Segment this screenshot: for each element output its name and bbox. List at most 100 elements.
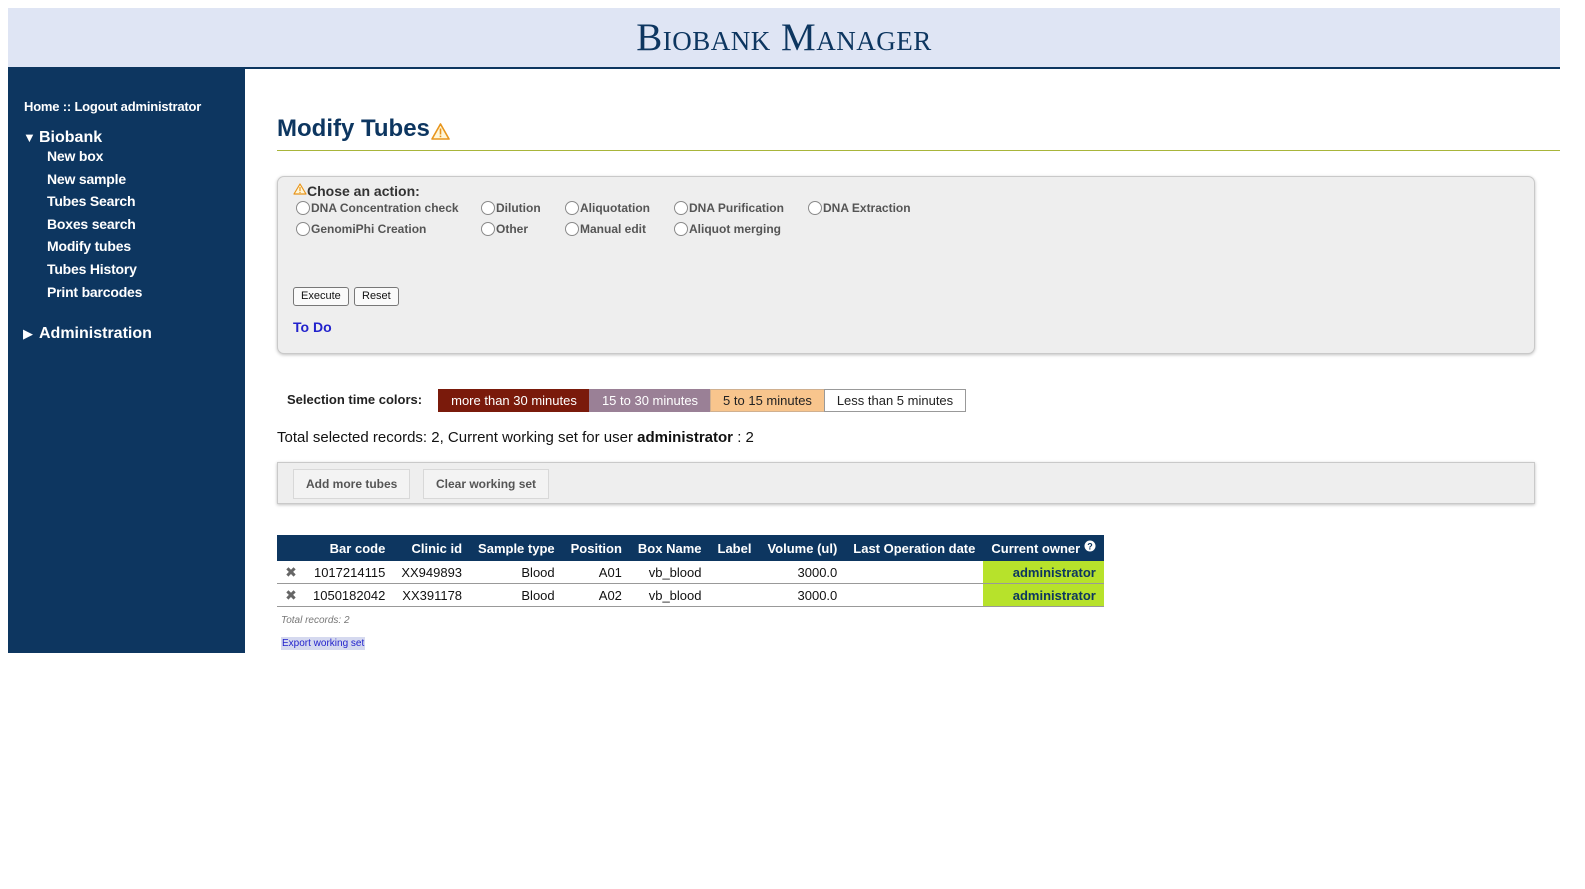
logout-link[interactable]: Logout administrator (74, 99, 201, 114)
summary-prefix: Total selected records: 2, Current worki… (277, 429, 633, 446)
radio-circle[interactable] (565, 201, 579, 215)
column-header-sample-type[interactable]: Sample type (470, 535, 563, 561)
radio-label: Aliquot merging (689, 222, 781, 236)
column-header-label[interactable]: Label (709, 535, 760, 561)
cell-box-name: vb_blood (629, 583, 710, 607)
sidebar-item-tubes-search[interactable]: Tubes Search (47, 193, 136, 209)
radio-dna-concentration-check[interactable]: DNA Concentration check (296, 201, 459, 215)
sidebar-item-new-sample[interactable]: New sample (47, 171, 126, 187)
tubes-table: Bar code Clinic id Sample type Position … (277, 535, 1104, 607)
table-header-row: Bar code Clinic id Sample type Position … (277, 535, 1104, 561)
cell-barcode: 1017214115 (305, 561, 394, 584)
total-records: Total records: 2 (281, 615, 350, 626)
column-header-barcode[interactable]: Bar code (305, 535, 394, 561)
radio-circle[interactable] (674, 222, 688, 236)
expanded-triangle-icon: ▼ (23, 130, 36, 145)
radio-circle[interactable] (296, 222, 310, 236)
summary-suffix: : 2 (737, 429, 754, 446)
radio-genomiphi-creation[interactable]: GenomiPhi Creation (296, 222, 426, 236)
column-header-clinic-id[interactable]: Clinic id (393, 535, 471, 561)
radio-label: DNA Concentration check (311, 201, 459, 215)
export-working-set-link[interactable]: Export working set (281, 637, 366, 650)
cell-sample-type: Blood (470, 583, 563, 607)
delete-row-cell: ✖ (277, 561, 305, 584)
radio-other[interactable]: Other (481, 222, 528, 236)
page-title-text: Modify Tubes (277, 115, 430, 142)
table-row: ✖ 1050182042 XX391178 Blood A02 vb_blood… (277, 583, 1104, 607)
cell-position: A02 (562, 583, 630, 607)
sidebar-item-tubes-history[interactable]: Tubes History (47, 261, 137, 277)
cell-sample-type: Blood (470, 561, 563, 584)
reset-button[interactable]: Reset (354, 287, 399, 306)
radio-aliquotation[interactable]: Aliquotation (565, 201, 650, 215)
user-links: Home :: Logout administrator (24, 99, 201, 114)
clear-working-set-button[interactable]: Clear working set (423, 469, 550, 499)
links-separator: :: (62, 99, 72, 114)
cell-last-operation-date (845, 583, 984, 607)
cell-current-owner: administrator (983, 583, 1104, 607)
radio-circle[interactable] (674, 201, 688, 215)
radio-circle[interactable] (565, 222, 579, 236)
cell-last-operation-date (845, 561, 984, 584)
home-link[interactable]: Home (24, 99, 60, 114)
legend-swatch-over-30: more than 30 minutes (438, 389, 590, 412)
main-content: Modify Tubes Chose an action: DNA Concen… (277, 0, 1560, 889)
delete-row-cell: ✖ (277, 583, 305, 607)
warning-icon (431, 119, 450, 147)
help-icon[interactable]: ? (1084, 540, 1096, 555)
radio-label: Other (496, 222, 529, 236)
radio-label: Manual edit (580, 222, 647, 236)
sidebar: Home :: Logout administrator ▼ Biobank Ne… (8, 69, 245, 653)
delete-x-icon[interactable]: ✖ (285, 564, 297, 580)
cell-clinic-id: XX391178 (393, 583, 471, 607)
sidebar-section-label: Administration (39, 325, 152, 342)
radio-circle[interactable] (808, 201, 822, 215)
action-heading-text: Chose an action: (307, 183, 420, 199)
action-heading: Chose an action: (293, 182, 420, 199)
radio-label: Aliquotation (580, 201, 650, 215)
radio-label: DNA Extraction (823, 201, 911, 215)
legend-swatch-5-15: 5 to 15 minutes (710, 389, 825, 412)
working-set-toolbar: Add more tubes Clear working set (277, 462, 1535, 504)
cell-volume: 3000.0 (759, 561, 846, 584)
sidebar-item-new-box[interactable]: New box (47, 148, 103, 164)
radio-dilution[interactable]: Dilution (481, 201, 541, 215)
sidebar-item-modify-tubes[interactable]: Modify tubes (47, 238, 131, 254)
cell-label (709, 561, 760, 584)
delete-x-icon[interactable]: ✖ (285, 587, 297, 603)
cell-volume: 3000.0 (759, 583, 846, 607)
radio-dna-extraction[interactable]: DNA Extraction (808, 201, 911, 215)
legend-swatch-under-5: Less than 5 minutes (824, 389, 966, 412)
column-header-current-owner[interactable]: Current owner ? (983, 535, 1104, 561)
radio-aliquot-merging[interactable]: Aliquot merging (674, 222, 781, 236)
action-panel: Chose an action: DNA Concentration check… (277, 176, 1535, 354)
radio-dna-purification[interactable]: DNA Purification (674, 201, 784, 215)
page-title: Modify Tubes (277, 115, 450, 147)
sidebar-section-administration[interactable]: ▶ Administration (23, 325, 152, 343)
warning-icon (293, 182, 307, 198)
radio-circle[interactable] (296, 201, 310, 215)
cell-clinic-id: XX949893 (393, 561, 471, 584)
radio-circle[interactable] (481, 222, 495, 236)
collapsed-triangle-icon: ▶ (23, 326, 33, 341)
add-more-tubes-button[interactable]: Add more tubes (293, 469, 411, 499)
column-header-box-name[interactable]: Box Name (629, 535, 710, 561)
sidebar-item-print-barcodes[interactable]: Print barcodes (47, 284, 142, 300)
legend-swatch-15-30: 15 to 30 minutes (589, 389, 711, 412)
execute-button[interactable]: Execute (293, 287, 349, 306)
column-header-volume[interactable]: Volume (ul) (759, 535, 846, 561)
cell-barcode: 1050182042 (305, 583, 394, 607)
sidebar-section-label: Biobank (39, 129, 103, 146)
sidebar-section-biobank[interactable]: ▼ Biobank (23, 129, 102, 147)
current-owner-label: Current owner (991, 541, 1081, 556)
todo-link[interactable]: To Do (293, 319, 332, 335)
radio-label: Dilution (496, 201, 541, 215)
column-header-position[interactable]: Position (562, 535, 630, 561)
radio-manual-edit[interactable]: Manual edit (565, 222, 646, 236)
radio-label: DNA Purification (689, 201, 784, 215)
cell-box-name: vb_blood (629, 561, 710, 584)
sidebar-item-boxes-search[interactable]: Boxes search (47, 216, 136, 232)
radio-circle[interactable] (481, 201, 495, 215)
title-divider (277, 150, 1560, 151)
column-header-last-operation-date[interactable]: Last Operation date (845, 535, 984, 561)
